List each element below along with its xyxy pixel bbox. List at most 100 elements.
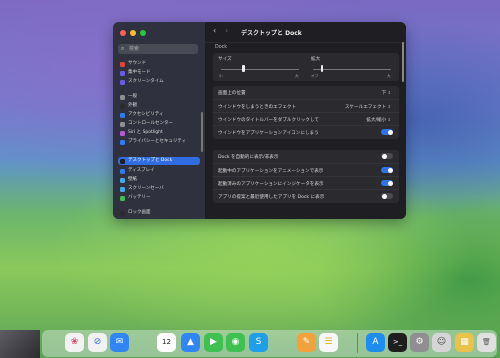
calendar-icon[interactable]: 12 xyxy=(157,333,176,352)
sidebar-item[interactable]: Siri と Spotlight xyxy=(118,129,200,137)
settings-row-label: アプリの提案と最近使用したアプリを Dock に表示 xyxy=(218,195,325,200)
sidebar-item[interactable]: スクリーンセーバ xyxy=(118,185,200,193)
sidebar-item[interactable]: アクセシビリティ xyxy=(118,111,200,119)
sidebar-item[interactable]: 一般 xyxy=(118,93,200,101)
sidebar-item[interactable]: デスクトップと Dock xyxy=(118,157,200,165)
settings-row: ウインドウをアプリケーションアイコンにしまう xyxy=(213,125,399,139)
dock-icon-glyph: ❀ xyxy=(70,337,79,347)
sidebar-item-icon xyxy=(120,70,125,76)
sidebar-item[interactable]: コントロールセンター xyxy=(118,120,200,128)
zoom-button[interactable] xyxy=(140,30,146,36)
settings-popup-button[interactable]: 拡大/縮小 ⇕ xyxy=(366,117,391,123)
sidebar-item[interactable]: スクリーンタイム xyxy=(118,78,200,86)
sidebar-item[interactable]: ロック画面 xyxy=(118,209,200,217)
mail-icon[interactable]: ✉ xyxy=(110,333,129,352)
toggle-switch[interactable] xyxy=(381,180,393,186)
sidebar-item-icon xyxy=(120,79,125,85)
dock-separator xyxy=(357,333,358,353)
dock-sliders-card: サイズ 小 大 拡大 オフ 大 xyxy=(213,53,399,81)
size-slider-track[interactable] xyxy=(221,69,299,70)
settings-row: 起動中のアプリケーションをアニメーションで表示 xyxy=(213,163,399,177)
dock-icon-glyph: ✎ xyxy=(302,337,311,347)
toggle-switch[interactable] xyxy=(381,167,393,173)
notes-icon[interactable]: ☰ xyxy=(319,333,338,352)
settings-row: 画面上の位置 下 ⇕ xyxy=(213,86,399,99)
popup-value: スケールエフェクト xyxy=(344,105,388,110)
toggle-knob xyxy=(381,193,387,199)
magnify-slider-thumb[interactable] xyxy=(320,65,324,72)
sidebar-item[interactable]: バッテリー xyxy=(118,194,200,202)
search-placeholder: 検索 xyxy=(129,46,140,52)
search-field[interactable]: ⌕ 検索 xyxy=(118,44,198,54)
dock-icon-glyph: ▦ xyxy=(460,337,469,347)
sidebar-item[interactable]: 外観 xyxy=(118,102,200,110)
terminal-icon[interactable]: >_ xyxy=(388,333,407,352)
sidebar-item-icon xyxy=(120,210,125,216)
skype-icon[interactable]: S xyxy=(249,333,268,352)
toggle-knob xyxy=(387,167,393,173)
dock-icon-glyph: 🗑 xyxy=(482,338,491,346)
settings-popup-button[interactable]: スケールエフェクト ⇕ xyxy=(345,104,391,110)
sidebar-item[interactable]: プライバシーとセキュリティ xyxy=(118,138,200,146)
toggle-switch[interactable] xyxy=(381,129,393,135)
settings-row: ウインドウのタイトルバーをダブルクリックして 拡大/縮小 ⇕ xyxy=(213,112,399,126)
chevron-updown-icon: ⇕ xyxy=(387,104,391,109)
settings-row-label: ウインドウのタイトルバーをダブルクリックして xyxy=(218,118,319,123)
sidebar-item-label: バッテリー xyxy=(128,195,151,200)
dock-icon-glyph: ☺ xyxy=(436,337,447,347)
finder-icon[interactable]: ▲ xyxy=(181,333,200,352)
safari-icon[interactable]: ⊘ xyxy=(88,333,107,352)
dock-icon-glyph: ◉ xyxy=(231,337,240,347)
sidebar-item[interactable]: サウンド xyxy=(118,60,200,68)
main-pane: ‹ › デスクトップと Dock Dock サイズ 小 大 拡大 オフ 大 画面… xyxy=(205,22,406,219)
settings-row: 起動済みのアプリケーションにインジケータを表示 xyxy=(213,176,399,190)
sidebar-scrollbar[interactable] xyxy=(201,112,203,152)
app-store-icon[interactable]: A xyxy=(366,333,385,352)
sidebar-item[interactable]: ディスプレイ xyxy=(118,167,200,175)
popup-value: 拡大/縮小 xyxy=(366,118,388,123)
dock-icon-glyph: S xyxy=(255,337,262,347)
sidebar-item-label: プライバシーとセキュリティ xyxy=(128,139,187,144)
sidebar-item-icon xyxy=(120,186,125,192)
system-settings-icon[interactable]: ⚙ xyxy=(410,333,429,352)
magnify-min-label: オフ xyxy=(311,74,319,78)
toggle-knob xyxy=(381,153,387,159)
toggle-switch[interactable] xyxy=(381,193,393,199)
trash-icon[interactable]: 🗑 xyxy=(477,333,496,352)
search-icon: ⌕ xyxy=(121,45,125,52)
sidebar-item-label: 壁紙 xyxy=(128,177,137,182)
settings-row-label: ウインドウをアプリケーションアイコンにしまう xyxy=(218,131,319,136)
sidebar-item-label: 外観 xyxy=(128,103,137,108)
magnify-slider-track[interactable] xyxy=(313,69,391,70)
dock-stack-thumbnail[interactable] xyxy=(0,330,40,358)
sidebar-item-icon xyxy=(120,195,125,201)
toggle-switch[interactable] xyxy=(381,153,393,159)
settings-row: ウインドウをしまうときのエフェクト スケールエフェクト ⇕ xyxy=(213,99,399,113)
dock-behavior-card: Dock を自動的に表示/非表示起動中のアプリケーションをアニメーションで表示起… xyxy=(213,150,399,203)
sidebar-item-label: デスクトップと Dock xyxy=(128,158,173,163)
close-button[interactable] xyxy=(120,30,126,36)
sidebar: ⌕ 検索 サウンド 集中モード スクリーンタイム 一般外観アクセシビリティ コントロール… xyxy=(113,22,206,219)
sidebar-item-icon xyxy=(120,139,125,145)
photos-icon[interactable]: ❀ xyxy=(65,333,84,352)
sidebar-item-label: ロック画面 xyxy=(128,210,151,215)
sidebar-item-icon xyxy=(120,112,125,118)
main-scrollbar[interactable] xyxy=(402,42,404,82)
facetime-icon[interactable]: ▶ xyxy=(204,333,223,352)
settings-row-label: Dock を自動的に表示/非表示 xyxy=(218,155,279,160)
sidebar-item-icon xyxy=(120,103,125,109)
sidebar-item[interactable]: 壁紙 xyxy=(118,176,200,184)
sidebar-item-label: ディスプレイ xyxy=(128,168,155,173)
size-slider-thumb[interactable] xyxy=(242,65,245,72)
messages-icon[interactable]: ◉ xyxy=(226,333,245,352)
pages-icon[interactable]: ✎ xyxy=(297,333,316,352)
finder-face-icon[interactable]: ☺ xyxy=(432,333,451,352)
launchpad-icon[interactable]: ▦ xyxy=(455,333,474,352)
minimize-button[interactable] xyxy=(130,30,136,36)
dock-icon-glyph: 12 xyxy=(162,338,171,346)
forward-button[interactable]: › xyxy=(225,26,228,35)
sidebar-item[interactable]: 集中モード xyxy=(118,69,200,77)
back-button[interactable]: ‹ xyxy=(213,26,216,35)
settings-popup-button[interactable]: 下 ⇕ xyxy=(382,90,391,96)
dock-section-label: Dock xyxy=(215,45,228,50)
